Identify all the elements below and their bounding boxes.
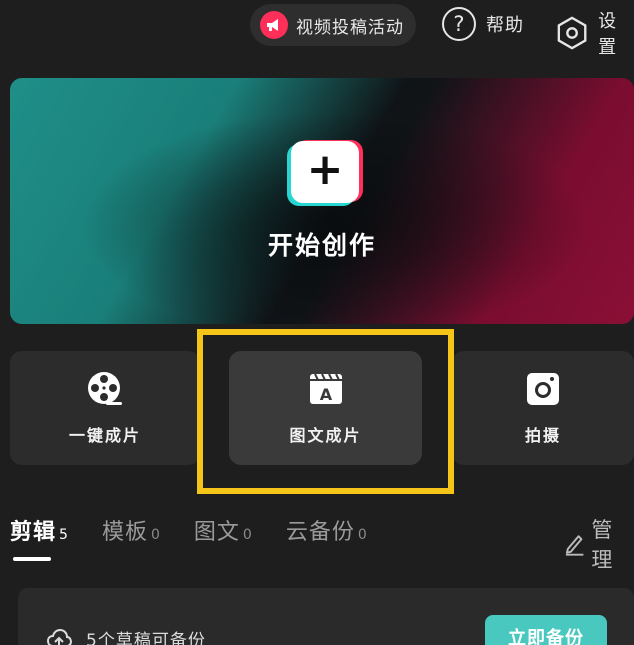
camera-icon: [527, 373, 559, 405]
text-to-video-button[interactable]: A 图文成片: [229, 351, 422, 465]
help-label: 帮助: [486, 15, 524, 36]
one-click-video-label: 一键成片: [68, 426, 141, 445]
backup-message: 5个草稿可备份: [86, 631, 206, 645]
one-click-video-button[interactable]: 一键成片: [10, 351, 200, 465]
tab-label: 剪辑: [10, 520, 57, 545]
tab-label: 云备份: [285, 520, 355, 545]
question-icon: ?: [442, 7, 476, 41]
text-to-video-label: 图文成片: [289, 426, 362, 445]
text-to-video-icon: A: [309, 373, 342, 404]
plus-icon: +: [291, 141, 359, 203]
start-creating-banner[interactable]: + 开始创作: [10, 78, 634, 324]
tab-text-image[interactable]: 图文 0: [194, 514, 252, 546]
video-event-label: 视频投稿活动: [296, 17, 404, 38]
shoot-button[interactable]: 拍摄: [452, 351, 634, 465]
gear-icon: [557, 16, 587, 50]
megaphone-icon: [260, 11, 288, 39]
manage-label: 管理: [591, 518, 614, 572]
active-tab-indicator: [13, 557, 51, 561]
help-button[interactable]: ? 帮助: [442, 7, 524, 41]
tab-cloud-backup[interactable]: 云备份 0: [286, 514, 367, 546]
settings-button[interactable]: 设置: [556, 7, 634, 59]
tab-count: 5: [59, 527, 68, 543]
shoot-label: 拍摄: [524, 426, 561, 445]
tab-templates[interactable]: 模板 0: [102, 514, 160, 546]
manage-button[interactable]: 管理: [564, 514, 634, 574]
tab-edit[interactable]: 剪辑 5: [10, 514, 68, 546]
backup-banner: 5个草稿可备份 立即备份: [18, 588, 634, 645]
tab-label: 图文: [193, 520, 240, 545]
draft-tabs: 剪辑 5 模板 0 图文 0 云备份 0: [10, 514, 401, 554]
hero-title: 开始创作: [267, 231, 376, 260]
tab-count: 0: [150, 527, 160, 543]
tab-count: 0: [357, 527, 367, 543]
video-event-button[interactable]: 视频投稿活动: [250, 4, 416, 46]
film-reel-icon: [88, 372, 122, 405]
backup-now-button[interactable]: 立即备份: [485, 615, 607, 645]
tab-label: 模板: [101, 520, 148, 545]
svg-text:A: A: [319, 385, 332, 404]
settings-label: 设置: [598, 11, 618, 58]
edit-pencil-icon: [565, 535, 584, 556]
tab-count: 0: [242, 527, 252, 543]
cloud-upload-icon: [46, 628, 72, 645]
top-bar: 视频投稿活动 ? 帮助 设置: [0, 0, 634, 60]
